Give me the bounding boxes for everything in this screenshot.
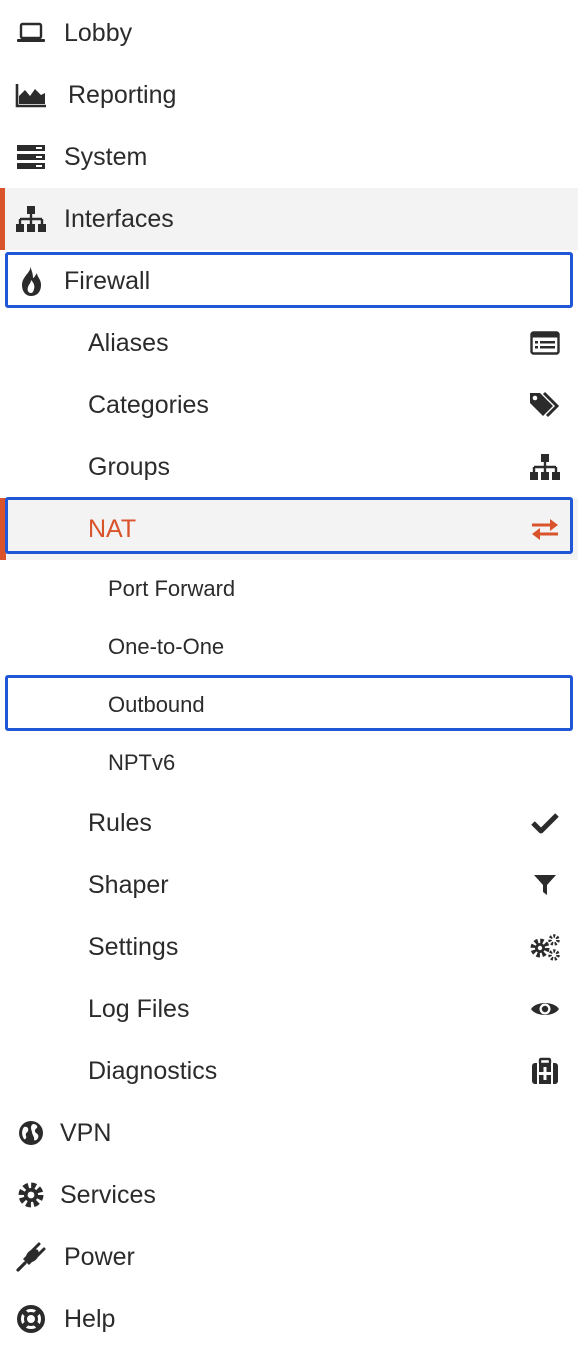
menu-item-power[interactable]: Power bbox=[0, 1226, 578, 1288]
menu-item-label: Services bbox=[60, 1180, 156, 1209]
menu-item-label: NPTv6 bbox=[108, 750, 176, 775]
menu-item-label: System bbox=[64, 142, 148, 171]
menu-item-label: Reporting bbox=[68, 80, 177, 109]
menu-item-label: Categories bbox=[88, 390, 209, 419]
menu-item-label: One-to-One bbox=[108, 634, 225, 659]
active-indicator bbox=[0, 188, 5, 250]
exchange-icon bbox=[528, 512, 562, 546]
sitemap-icon bbox=[528, 450, 562, 484]
menu-item-label: Port Forward bbox=[108, 576, 236, 601]
submenu-item-diagnostics[interactable]: Diagnostics bbox=[0, 1040, 578, 1102]
menu-item-reporting[interactable]: Reporting bbox=[0, 64, 578, 126]
menu-item-label: Help bbox=[64, 1304, 116, 1333]
submenu-item-outbound[interactable]: Outbound bbox=[0, 674, 578, 736]
plug-icon bbox=[14, 1240, 48, 1274]
submenu-item-categories[interactable]: Categories bbox=[0, 374, 578, 436]
menu-item-label: Log Files bbox=[88, 994, 190, 1023]
menu-item-label: Shaper bbox=[88, 870, 169, 899]
submenu-item-nptv6[interactable]: NPTv6 bbox=[0, 732, 578, 794]
menu-item-label: Aliases bbox=[88, 328, 169, 357]
menu-item-label: Groups bbox=[88, 452, 170, 481]
life-ring-icon bbox=[14, 1302, 48, 1336]
filter-icon bbox=[528, 868, 562, 902]
tags-icon bbox=[528, 388, 562, 422]
area-chart-icon bbox=[14, 78, 48, 112]
menu-item-label: Lobby bbox=[64, 18, 133, 47]
server-icon bbox=[14, 140, 48, 174]
menu-item-label: Outbound bbox=[108, 692, 205, 717]
submenu-item-port-forward[interactable]: Port Forward bbox=[0, 558, 578, 620]
medkit-icon bbox=[528, 1054, 562, 1088]
gear-icon bbox=[14, 1178, 48, 1212]
laptop-icon bbox=[14, 16, 48, 50]
submenu-item-nat[interactable]: NAT bbox=[0, 498, 578, 560]
menu-item-vpn[interactable]: VPN bbox=[0, 1102, 578, 1164]
menu-item-system[interactable]: System bbox=[0, 126, 578, 188]
eye-icon bbox=[528, 992, 562, 1026]
submenu-item-one-to-one[interactable]: One-to-One bbox=[0, 616, 578, 678]
submenu-item-rules[interactable]: Rules bbox=[0, 792, 578, 854]
check-icon bbox=[528, 806, 562, 840]
submenu-item-log-files[interactable]: Log Files bbox=[0, 978, 578, 1040]
globe-icon bbox=[14, 1116, 48, 1150]
menu-item-label: Interfaces bbox=[64, 204, 174, 233]
menu-item-label: Settings bbox=[88, 932, 179, 961]
menu-item-label: VPN bbox=[60, 1118, 112, 1147]
submenu-item-aliases[interactable]: Aliases bbox=[0, 312, 578, 374]
menu-item-label: Power bbox=[64, 1242, 135, 1271]
menu-item-label: Diagnostics bbox=[88, 1056, 218, 1085]
menu-item-label: Rules bbox=[88, 808, 152, 837]
menu-item-help[interactable]: Help bbox=[0, 1288, 578, 1350]
submenu-item-settings[interactable]: Settings bbox=[0, 916, 578, 978]
menu-item-label: NAT bbox=[88, 514, 137, 543]
sitemap-icon bbox=[14, 202, 48, 236]
submenu-item-shaper[interactable]: Shaper bbox=[0, 854, 578, 916]
menu-item-services[interactable]: Services bbox=[0, 1164, 578, 1226]
menu-item-interfaces[interactable]: Interfaces bbox=[0, 188, 578, 250]
list-alt-icon bbox=[528, 326, 562, 360]
menu-item-lobby[interactable]: Lobby bbox=[0, 2, 578, 64]
menu-item-firewall[interactable]: Firewall bbox=[0, 250, 578, 312]
submenu-item-groups[interactable]: Groups bbox=[0, 436, 578, 498]
active-indicator bbox=[0, 498, 6, 560]
fire-icon bbox=[14, 264, 48, 298]
menu-item-label: Firewall bbox=[64, 266, 151, 295]
cogs-icon bbox=[528, 930, 562, 964]
